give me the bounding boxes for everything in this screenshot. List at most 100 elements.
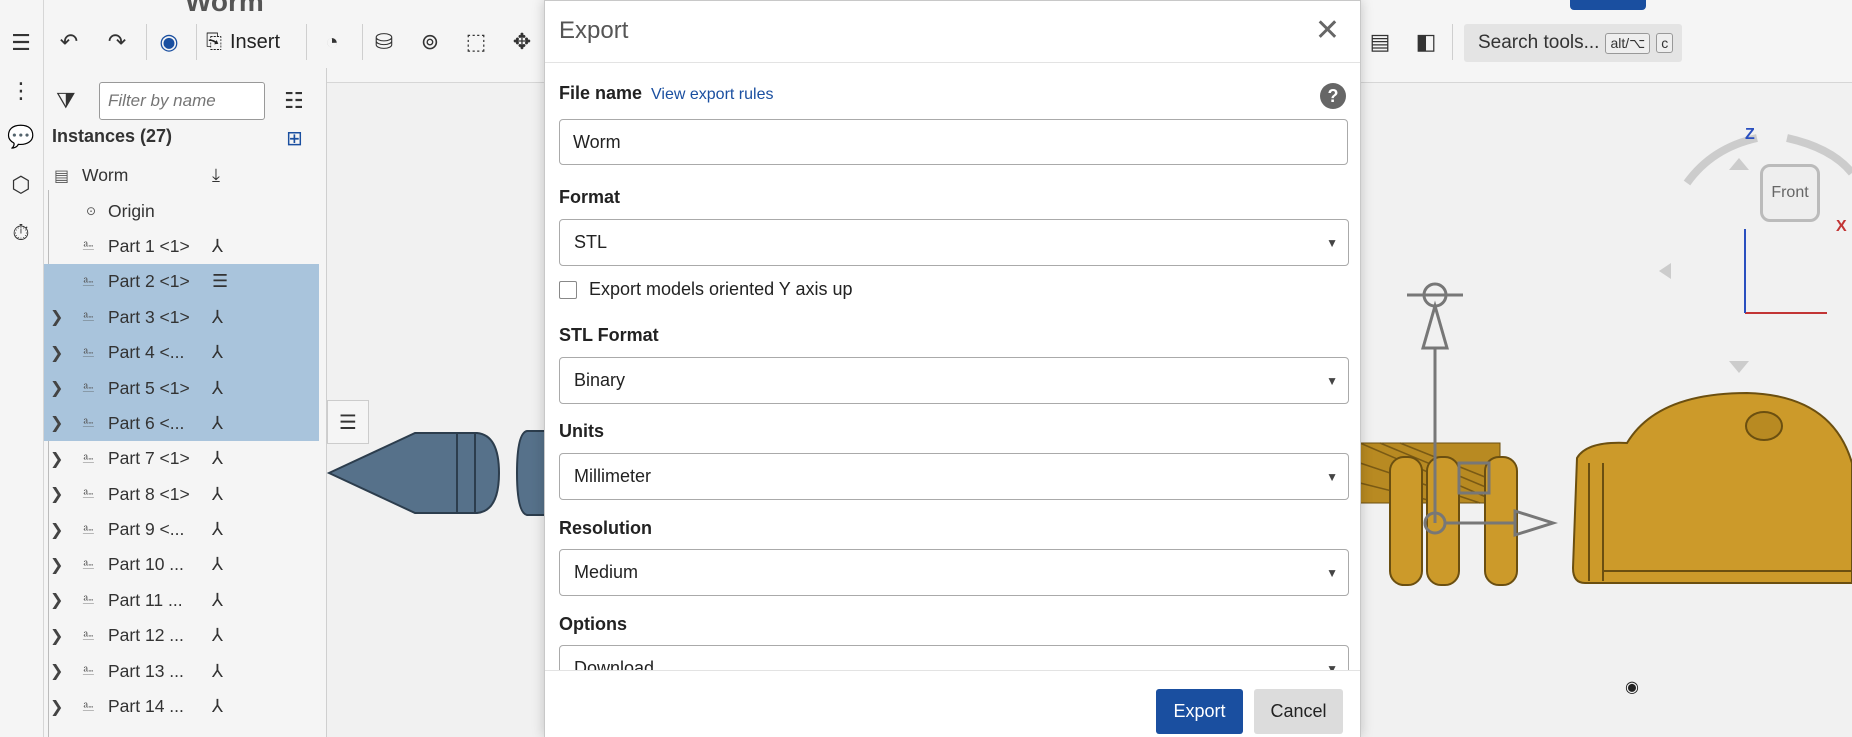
options-select[interactable]: Download ▼ (559, 645, 1349, 670)
y-axis-up-checkbox[interactable] (559, 280, 577, 299)
feature-list-icon[interactable]: ☰ (6, 28, 36, 58)
help-icon[interactable]: ? (1320, 83, 1346, 109)
chevron-right-icon[interactable]: ❯ (50, 413, 63, 433)
parts-icon[interactable]: ⬡ (6, 170, 36, 200)
rotation-pivot-icon[interactable]: ◉ (1625, 677, 1639, 697)
mate-connector-icon[interactable]: ◔ (318, 28, 346, 56)
viewcube-front-face[interactable]: Front (1760, 164, 1820, 222)
tree-root-item[interactable]: ▤ Worm ⤓ (44, 158, 319, 193)
part-icon: ⎁ (82, 379, 95, 397)
tree-part-item[interactable]: ❯ ⎁ Part 3 <1> ⅄ (44, 299, 319, 335)
z-axis-label: Z (1745, 126, 1755, 143)
chevron-right-icon[interactable]: ❯ (50, 378, 63, 398)
mate-connector-icon[interactable]: ⅄ (212, 413, 223, 434)
part-icon: ⎁ (82, 485, 95, 503)
dialog-header: Export ✕ (545, 1, 1360, 63)
mate-connector-icon[interactable]: ⅄ (212, 236, 223, 257)
tree-part-item[interactable]: ❯ ⎁ Part 11 ... ⅄ (44, 583, 319, 618)
mate-connector-icon[interactable]: ⅄ (212, 590, 223, 611)
shortcut-key: alt/⌥ (1605, 32, 1651, 54)
fix-icon[interactable]: ⤓ (212, 165, 220, 186)
resolution-value: Medium (574, 562, 639, 582)
tree-part-item[interactable]: ❯ ⎁ Part 10 ... ⅄ (44, 547, 319, 582)
mate-connector-icon[interactable]: ⅄ (212, 448, 223, 469)
filter-input[interactable] (99, 82, 265, 120)
history-icon[interactable]: ⏱ (6, 218, 36, 248)
close-icon[interactable]: ✕ (1315, 13, 1340, 48)
chevron-right-icon[interactable]: ❯ (50, 661, 63, 681)
undo-icon[interactable]: ↶ (55, 28, 83, 56)
file-name-input[interactable]: Worm (559, 119, 1348, 165)
dialog-title: Export (559, 17, 629, 44)
toolbar-divider (1452, 24, 1453, 60)
mate-connector-icon[interactable]: ⅄ (212, 625, 223, 646)
chevron-right-icon[interactable]: ❯ (50, 520, 63, 540)
chevron-right-icon[interactable]: ❯ (50, 307, 63, 327)
chevron-right-icon[interactable]: ❯ (50, 697, 63, 717)
stl-format-label: STL Format (559, 325, 659, 345)
tree-item-label: Part 11 ... (108, 589, 183, 610)
export-button[interactable]: Export (1156, 689, 1243, 734)
chevron-right-icon[interactable]: ❯ (50, 484, 63, 504)
render-icon[interactable]: ▤ (1366, 28, 1394, 56)
part-icon[interactable]: ⬚ (462, 28, 490, 56)
cylinder-icon[interactable]: ⛁ (370, 28, 398, 56)
cancel-button[interactable]: Cancel (1254, 689, 1343, 734)
tree-part-item[interactable]: ❯ ⎁ Part 8 <1> ⅄ (44, 477, 319, 512)
tree-part-item[interactable]: ❯ ⎁ Part 12 ... ⅄ (44, 618, 319, 653)
tree-part-item[interactable]: ⎁ Part 1 <1> ⅄ (44, 229, 319, 264)
chevron-right-icon[interactable]: ❯ (50, 626, 63, 646)
mate-connector-icon[interactable]: ⅄ (212, 342, 223, 363)
chevron-right-icon[interactable]: ❯ (50, 555, 63, 575)
mate-connector-icon[interactable]: ⅄ (212, 696, 223, 717)
x-axis-label: X (1836, 218, 1847, 235)
move-icon[interactable]: ✥ (508, 28, 536, 56)
mate-connector-icon[interactable]: ⅄ (212, 661, 223, 682)
chevron-right-icon[interactable]: ❯ (50, 449, 63, 469)
tree-part-item[interactable]: ❯ ⎁ Part 6 <... ⅄ (44, 405, 319, 442)
revolute-icon[interactable]: ⊚ (416, 28, 444, 56)
insert-button[interactable]: ⎘ Insert (206, 26, 280, 58)
search-tools-button[interactable]: Search tools... alt/⌥ c (1464, 24, 1682, 62)
tree-part-item[interactable]: ❯ ⎁ Part 5 <1> ⅄ (44, 370, 319, 406)
view-export-rules-link[interactable]: View export rules (651, 86, 773, 103)
tree-item-label: Part 1 <1> (108, 235, 190, 256)
collapse-panel-button[interactable]: ☰ (327, 400, 369, 444)
y-axis-up-option[interactable]: Export models oriented Y axis up (559, 279, 853, 300)
mate-connector-icon[interactable]: ⅄ (212, 307, 223, 328)
appearance-icon[interactable]: ◉ (155, 28, 183, 56)
mate-connector-icon[interactable]: ⅄ (212, 378, 223, 399)
fixed-mate-icon[interactable]: ☰ (212, 271, 228, 292)
tree-part-item[interactable]: ⎁ Part 2 <1> ☰ (44, 264, 319, 300)
chevron-right-icon[interactable]: ❯ (50, 343, 63, 363)
mate-features-icon[interactable]: ⋮ (6, 76, 36, 106)
format-select[interactable]: STL ▼ (559, 219, 1349, 266)
units-select[interactable]: Millimeter ▼ (559, 453, 1349, 500)
comments-icon[interactable]: 💬 (6, 122, 36, 152)
chevron-right-icon[interactable]: ❯ (50, 590, 63, 610)
stl-format-value: Binary (574, 370, 626, 390)
filter-icon[interactable]: ⧩ (56, 88, 76, 114)
list-view-icon[interactable]: ☷ (284, 88, 304, 114)
left-icon-rail: ☰ ⋮ 💬 ⬡ ⏱ (0, 0, 44, 737)
chevron-down-icon: ▼ (1326, 662, 1338, 670)
part-icon: ⎁ (82, 449, 95, 467)
stl-format-select[interactable]: Binary ▼ (559, 357, 1349, 404)
tree-part-item[interactable]: ❯ ⎁ Part 7 <1> ⅄ (44, 441, 319, 476)
share-button[interactable] (1570, 0, 1646, 10)
mate-connector-icon[interactable]: ⅄ (212, 554, 223, 575)
redo-icon[interactable]: ↷ (103, 28, 131, 56)
fit-icon[interactable]: ◧ (1412, 28, 1440, 56)
add-folder-icon[interactable]: ⊞ (286, 126, 303, 151)
tree-origin-item[interactable]: ⊙ Origin (44, 193, 319, 228)
resolution-select[interactable]: Medium ▼ (559, 549, 1349, 596)
part-icon: ⎁ (82, 272, 95, 290)
tree-part-item[interactable]: ❯ ⎁ Part 14 ... ⅄ (44, 689, 319, 724)
mate-connector-icon[interactable]: ⅄ (212, 484, 223, 505)
tree-part-item[interactable]: ❯ ⎁ Part 13 ... ⅄ (44, 653, 319, 688)
tree-item-label: Part 14 ... (108, 696, 184, 717)
mate-connector-icon[interactable]: ⅄ (212, 519, 223, 540)
model-part-gold-disc-2 (1426, 456, 1460, 586)
tree-part-item[interactable]: ❯ ⎁ Part 4 <... ⅄ (44, 334, 319, 371)
tree-part-item[interactable]: ❯ ⎁ Part 9 <... ⅄ (44, 512, 319, 547)
